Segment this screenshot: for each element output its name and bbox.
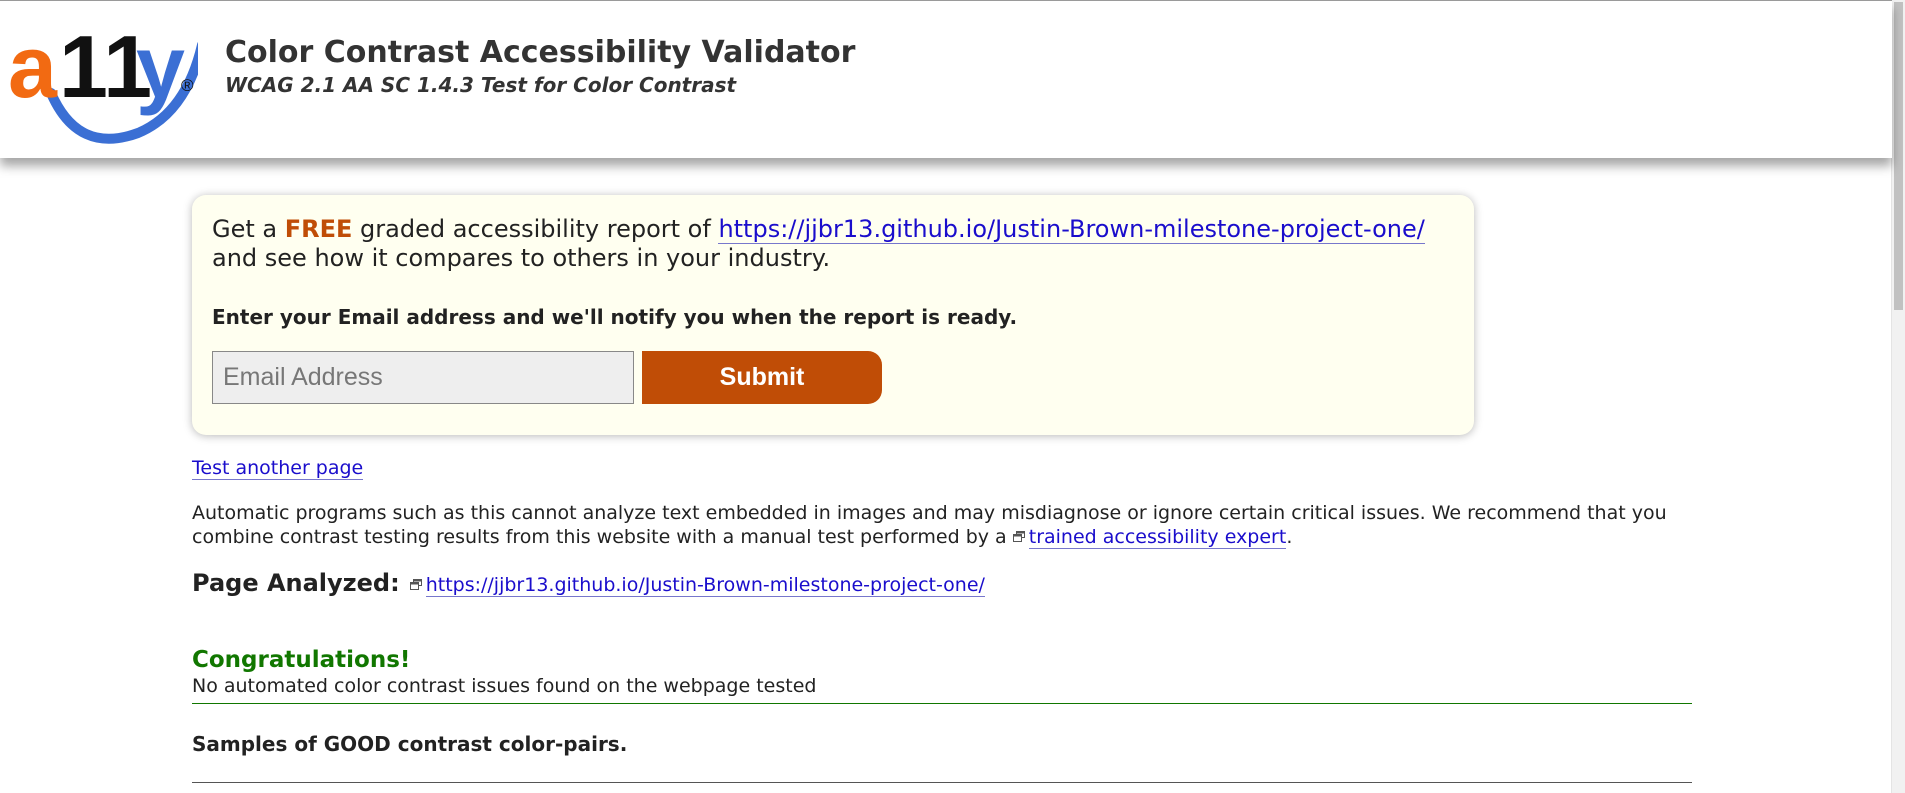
vertical-scrollbar[interactable]: [1891, 0, 1905, 793]
disclaimer-text: Automatic programs such as this cannot a…: [192, 502, 1667, 548]
email-form: Submit: [212, 351, 1454, 404]
disclaimer-end: .: [1286, 526, 1293, 548]
promo-text-2: graded accessibility report of: [352, 215, 719, 243]
disclaimer: Automatic programs such as this cannot a…: [192, 501, 1692, 549]
free-highlight: FREE: [284, 215, 353, 243]
test-another-row: Test another page: [192, 457, 1692, 480]
email-input[interactable]: [212, 351, 634, 404]
samples-table-border: [192, 782, 1692, 783]
test-another-page-link[interactable]: Test another page: [192, 457, 364, 480]
promo-url-link[interactable]: https://jjbr13.github.io/Justin-Brown-mi…: [718, 215, 1425, 244]
page-analyzed-row: Page Analyzed: https://jjbr13.github.io/…: [192, 569, 1692, 597]
site-header: a 11 y ® Color Contrast Accessibility Va…: [0, 0, 1892, 158]
page-subtitle: WCAG 2.1 AA SC 1.4.3 Test for Color Cont…: [225, 73, 737, 97]
scrollbar-thumb[interactable]: [1894, 2, 1903, 310]
logo-letter-a: a: [8, 17, 58, 116]
promo-line-2: and see how it compares to others in you…: [212, 244, 831, 272]
promo-text-1: Get a: [212, 215, 285, 243]
page-analyzed-label: Page Analyzed:: [192, 569, 400, 597]
page-analyzed-link-wrap: https://jjbr13.github.io/Justin-Brown-mi…: [409, 574, 985, 597]
a11y-logo[interactable]: a 11 y ®: [8, 15, 198, 145]
promo-line-1: Get a FREE graded accessibility report o…: [212, 215, 1454, 244]
main-content: Get a FREE graded accessibility report o…: [192, 195, 1692, 783]
external-link-icon: [409, 579, 422, 590]
congratulations-heading: Congratulations!: [192, 647, 411, 673]
logo-letter-y: y: [136, 17, 185, 116]
samples-heading: Samples of GOOD contrast color-pairs.: [192, 732, 628, 756]
accessibility-expert-link[interactable]: trained accessibility expert: [1028, 526, 1287, 549]
external-link-icon: [1012, 531, 1025, 542]
page-title: Color Contrast Accessibility Validator: [225, 35, 856, 70]
registered-mark: ®: [181, 76, 194, 95]
email-prompt: Enter your Email address and we'll notif…: [212, 305, 1018, 329]
submit-button[interactable]: Submit: [642, 351, 882, 404]
result-message: No automated color contrast issues found…: [192, 675, 1692, 704]
free-report-panel: Get a FREE graded accessibility report o…: [192, 195, 1474, 435]
analyzed-url-link[interactable]: https://jjbr13.github.io/Justin-Brown-mi…: [425, 574, 985, 597]
